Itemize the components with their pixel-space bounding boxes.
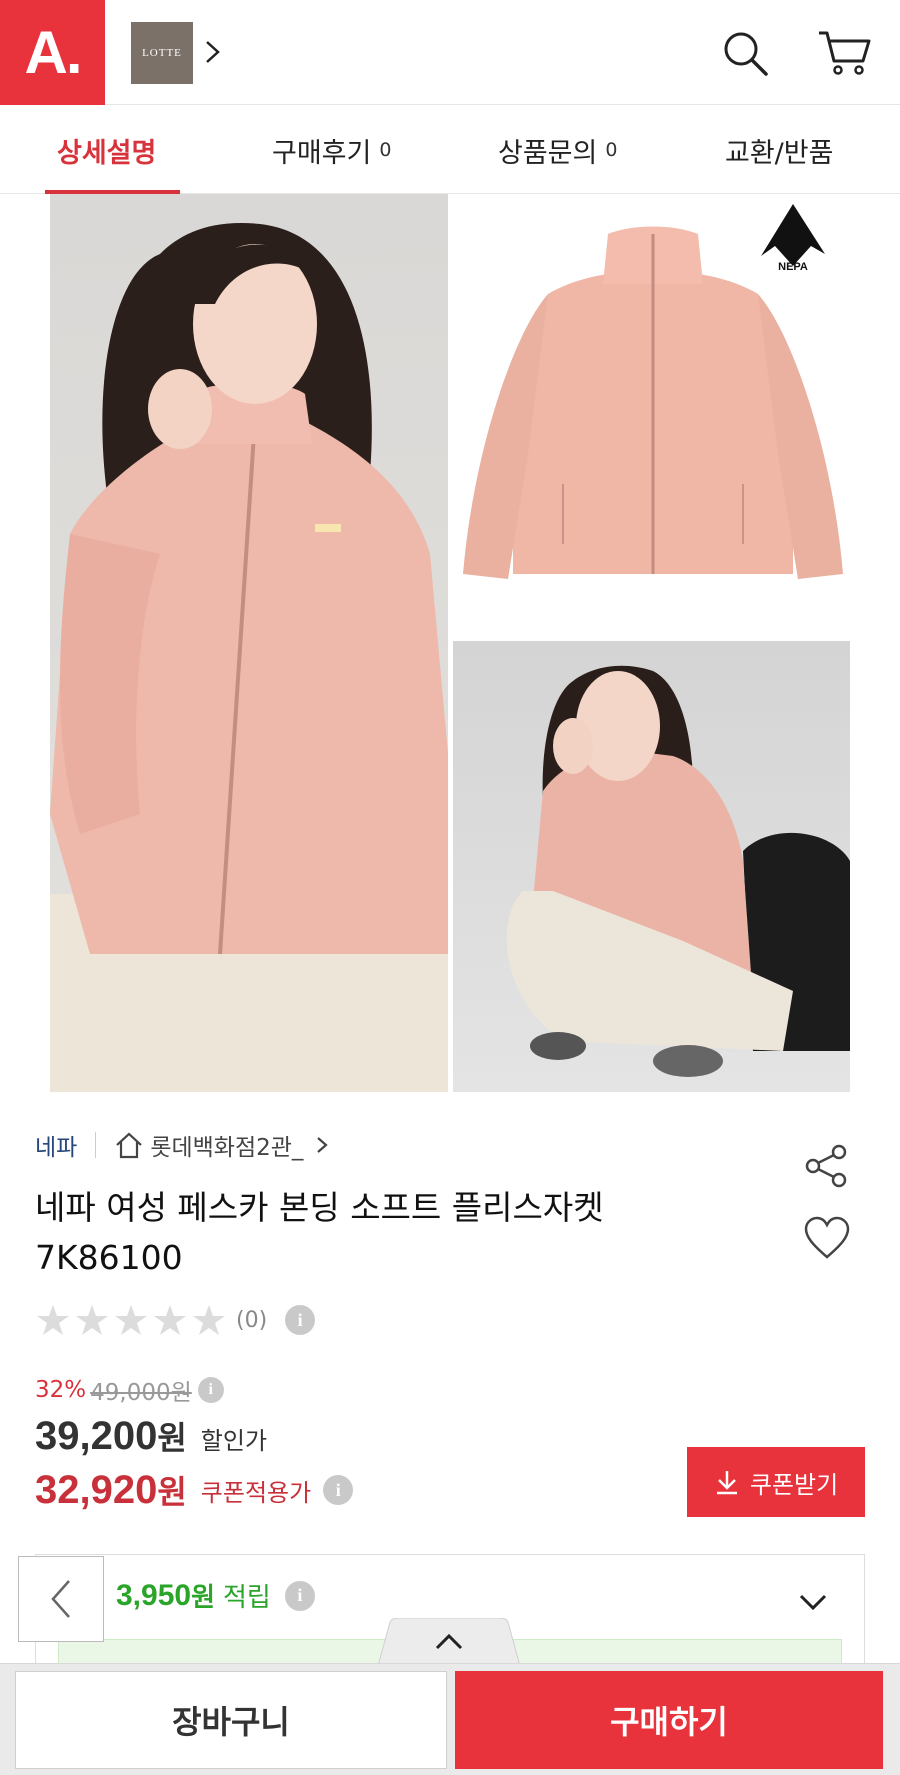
star-icon xyxy=(76,1305,108,1335)
product-title: 네파 여성 페스카 본딩 소프트 플리스자켓 7K86100 xyxy=(35,1183,735,1283)
cart-icon[interactable] xyxy=(816,28,872,78)
jacket-flat-photo: NEPA xyxy=(453,194,850,637)
original-price: 49,000원 xyxy=(90,1380,192,1406)
nepa-logo-text: NEPA xyxy=(778,261,808,273)
info-icon[interactable]: i xyxy=(285,1305,316,1335)
home-icon xyxy=(116,1132,143,1159)
discount-percent: 32% xyxy=(35,1377,87,1403)
share-icon[interactable] xyxy=(803,1142,851,1190)
sale-price: 39,200 xyxy=(35,1414,158,1458)
sale-price-label: 할인가 xyxy=(200,1427,268,1455)
tab-label: 교환/반품 xyxy=(725,137,834,169)
star-icon xyxy=(115,1305,147,1335)
chevron-down-icon[interactable] xyxy=(795,1587,831,1617)
chevron-right-icon[interactable] xyxy=(313,1133,331,1157)
collapse-handle[interactable] xyxy=(378,1618,520,1666)
chevron-left-icon xyxy=(51,1580,70,1618)
store-link[interactable]: 롯데백화점2관_ xyxy=(150,1128,303,1162)
info-icon[interactable]: i xyxy=(323,1475,354,1505)
tab-count: 0 xyxy=(379,139,392,161)
brand-link[interactable]: 네파 xyxy=(35,1128,77,1162)
tab-label: 상세설명 xyxy=(57,137,157,169)
sale-price-row: 39,200 원 할인가 xyxy=(35,1413,267,1465)
discount-row: 32% 49,000원 i xyxy=(35,1374,224,1406)
product-title-line: 네파 여성 페스카 본딩 소프트 플리스자켓 xyxy=(35,1188,604,1227)
rating-row[interactable]: (0) i xyxy=(35,1300,316,1340)
model-standing-photo xyxy=(50,194,448,1092)
brand-store-row: 네파 롯데백화점2관_ xyxy=(35,1124,331,1166)
info-icon[interactable]: i xyxy=(197,1377,224,1403)
chevron-right-icon[interactable] xyxy=(201,36,225,68)
buy-now-button[interactable]: 구매하기 xyxy=(455,1671,883,1769)
get-coupon-button[interactable]: 쿠폰받기 xyxy=(687,1447,865,1517)
add-to-cart-button[interactable]: 장바구니 xyxy=(15,1671,447,1769)
point-label: 적립 xyxy=(223,1583,271,1613)
tab-label: 상품문의 xyxy=(498,137,598,169)
tab-returns[interactable]: 교환/반품 xyxy=(725,106,833,194)
tab-label: 구매후기 xyxy=(272,137,372,169)
star-icon xyxy=(37,1305,69,1335)
heart-icon[interactable] xyxy=(803,1215,851,1261)
info-icon[interactable]: i xyxy=(284,1580,315,1611)
tab-detail[interactable]: 상세설명 xyxy=(57,106,156,194)
back-button[interactable] xyxy=(18,1556,104,1642)
product-image-gallery[interactable]: NEPA xyxy=(50,194,850,1092)
tab-count: 0 xyxy=(605,139,618,161)
divider xyxy=(95,1132,97,1158)
detail-tabs: 상세설명 구매후기 0 상품문의 0 교환/반품 xyxy=(0,106,900,194)
coupon-price-row: 32,920 원 쿠폰적용가 i xyxy=(35,1464,354,1516)
point-amount: 3,950 xyxy=(116,1578,192,1612)
purchase-bar: 장바구니 구매하기 xyxy=(0,1663,900,1775)
coupon-price: 32,920 xyxy=(35,1467,158,1512)
model-sitting-photo xyxy=(453,641,850,1092)
tab-inquiries[interactable]: 상품문의 0 xyxy=(498,106,617,194)
star-icon xyxy=(193,1305,225,1335)
coupon-price-unit: 원 xyxy=(157,1473,187,1511)
sale-price-unit: 원 xyxy=(157,1419,187,1457)
download-icon xyxy=(716,1471,737,1495)
star-icon xyxy=(154,1305,186,1335)
point-accrual-text: 3,950 원 적립 i xyxy=(116,1577,315,1614)
point-unit: 원 xyxy=(191,1583,215,1613)
coupon-price-label: 쿠폰적용가 xyxy=(200,1478,312,1507)
get-coupon-label: 쿠폰받기 xyxy=(749,1471,839,1499)
app-logo[interactable]: A. xyxy=(0,0,105,105)
app-header: A. LOTTE xyxy=(0,0,900,105)
tab-reviews[interactable]: 구매후기 0 xyxy=(272,106,391,194)
product-code: 7K86100 xyxy=(35,1238,183,1277)
search-icon[interactable] xyxy=(720,28,770,78)
review-count: (0) xyxy=(236,1307,268,1333)
store-logo[interactable]: LOTTE xyxy=(131,22,193,84)
